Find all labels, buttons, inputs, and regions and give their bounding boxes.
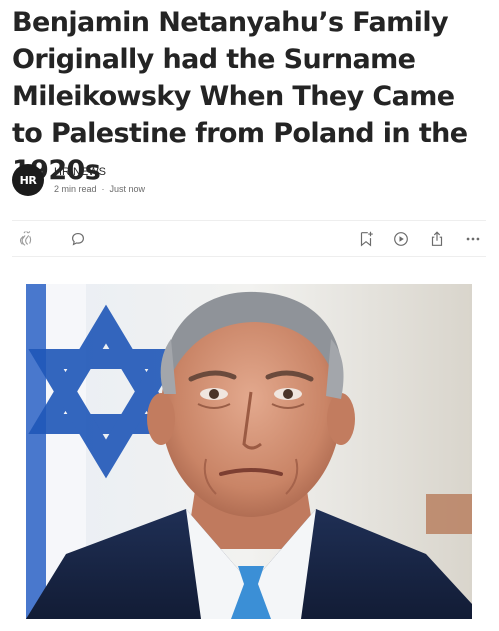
play-icon[interactable]	[391, 229, 411, 249]
author-name[interactable]: HR NEWS	[54, 165, 145, 179]
read-time: 2 min read	[54, 183, 97, 194]
portrait-illustration	[26, 284, 472, 619]
bookmark-add-icon[interactable]	[356, 229, 376, 249]
author-avatar[interactable]: HR	[12, 164, 44, 196]
post-meta: 2 min read · Just now	[54, 182, 145, 196]
article-title: Benjamin Netanyahu’s Family Originally h…	[12, 7, 468, 186]
clap-icon[interactable]	[16, 229, 36, 249]
comment-icon[interactable]	[68, 229, 88, 249]
byline: HR HR NEWS 2 min read · Just now	[12, 163, 145, 197]
more-icon[interactable]	[463, 229, 483, 249]
hero-image	[26, 284, 472, 619]
meta-separator: ·	[101, 183, 105, 194]
action-bar	[12, 221, 486, 256]
byline-meta: HR NEWS 2 min read · Just now	[54, 165, 145, 196]
divider-bottom	[12, 256, 486, 257]
share-icon[interactable]	[427, 229, 447, 249]
published-time: Just now	[109, 183, 146, 194]
